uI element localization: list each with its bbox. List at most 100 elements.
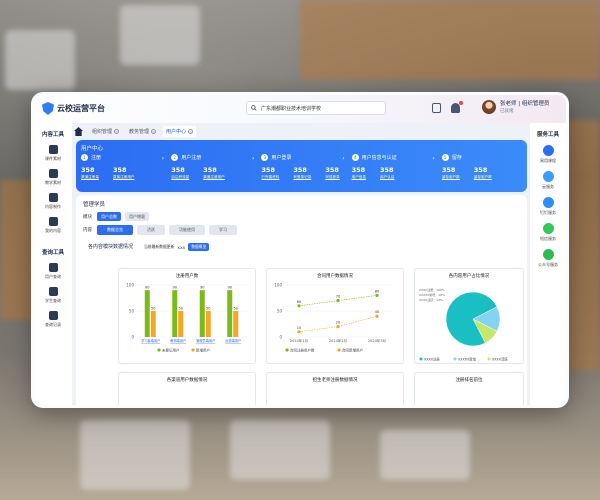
step-number: 5 [441,154,449,161]
home-icon[interactable] [74,127,83,136]
legend-label: XXXX注册 [424,356,440,361]
metric-link: 已完善资料 [261,175,280,179]
close-icon[interactable]: × [114,129,120,134]
bell-icon[interactable] [451,101,463,113]
overview-button[interactable]: 数据概览 [188,243,210,251]
left-sidebar: 内容工具 课件素材 教学素材 内容制作 我的内容 查询工具 用户查询 学生查询 查询记录 [34,123,72,405]
sidebar-item[interactable]: 学生查询 [34,287,72,304]
step-metric[interactable]: 358 渠道注册用户 [203,166,225,180]
bar [178,311,184,337]
x-tick-label: 2024年1月 [290,338,308,343]
update-label: 当前最新数据更新 [144,244,175,249]
service-item[interactable]: 公众号服务 [530,249,566,268]
app-logo[interactable]: 云校运营平台 [42,102,105,115]
sidebar-item[interactable]: 用户查询 [34,263,72,280]
folder-icon [48,217,58,226]
step-metric[interactable]: 358 有登录记录 [293,166,311,180]
filter-option[interactable]: 数据总览 [97,225,133,235]
sidebar-item[interactable]: 我的内容 [34,217,72,234]
step-metric[interactable]: 358 留存用户数 [442,166,460,180]
step-values: 358 留存用户数 358 留存用户率 [442,166,527,180]
legend-label: 新增用户 [196,347,210,352]
metric-value: 358 [441,166,456,174]
step-metric[interactable]: 358 完成登录 [325,166,339,180]
chart-card-pie: 各内容用户占比情况 XXXX注册：100% XXXXX新增：18% XXXX活跃：1… [414,268,524,364]
step-values: 358 渠道注册量 358 直接注册用户 [81,166,166,180]
step-title: 留存 [451,155,462,161]
step-metric[interactable]: 358 用户信息 [352,166,366,180]
x-tick-label: 管理员端用户 [196,338,215,343]
filter-option[interactable]: 活跃 [137,225,165,235]
service-item[interactable]: 钉钉服务 [530,197,566,216]
service-item-label: 公众号服务 [538,262,558,267]
legend-dot [191,348,195,352]
service-item-label: 云服务 [542,184,554,189]
school-search-input[interactable]: 广东潮都职业技术培训学校 [246,101,386,115]
tab[interactable]: 教务管理 × [126,126,159,137]
step-metric[interactable]: 358 直接注册用户 [113,166,135,180]
user-menu[interactable]: 张老师 | 组织管理员 已就绪 [482,100,549,114]
data-label: 90 [145,286,149,290]
sidebar-item[interactable]: 内容制作 [34,193,72,210]
y-tick-label: 50 [277,309,283,314]
legend-label: 未登记用户 [162,347,180,352]
sidebar-item[interactable]: 教学素材 [34,169,72,186]
step-metric[interactable]: 358 自注册流量 [171,166,189,180]
legend-dot [487,357,491,361]
sidebar-item-label: 课件素材 [45,156,61,161]
tab[interactable]: 用户中心 × [163,126,197,137]
step-metric[interactable]: 358 留存用户率 [474,166,492,180]
close-icon[interactable]: × [188,129,194,134]
data-label: 90 [228,286,232,290]
filter-option[interactable]: 功能使用 [169,225,205,235]
metric-value: 358 [112,166,127,174]
service-item-label: 短信服务 [540,236,556,241]
sidebar-item[interactable]: 课件素材 [34,145,72,162]
bar [144,290,150,337]
slice-label: XXXX注册：100% [419,287,445,292]
step-title: 用户信息与认证 [361,155,397,161]
step-metric[interactable]: 358 渠道注册量 [81,166,99,180]
step-number: 1 [81,154,88,161]
step-number: 4 [351,154,359,161]
chart-title: 招生老师注册数据情况 [312,378,358,383]
metric-link: 留存用户率 [473,175,492,179]
filter-option[interactable]: 用户总数 [97,212,121,221]
tab[interactable]: 组织管理 × [89,126,122,137]
legend-label: 合同注册用户数 [290,347,315,352]
sidebar-item[interactable]: 查询记录 [34,311,72,328]
x-tick-label: 2024年2月 [329,338,347,343]
service-item[interactable]: 易用课程 [530,145,566,164]
bar [150,311,156,337]
data-label: 50 [206,307,210,311]
bar [233,311,239,337]
main-content: 用户中心 1 注册 › 358 渠道注册量 358 直接注册用户 2 用户注册 › 358 自注册流量… [76,140,527,405]
document-icon[interactable] [432,103,441,113]
step-metric[interactable]: 358 用户认证 [380,166,394,180]
y-tick-label: 50 [129,309,135,314]
service-item[interactable]: 短信服务 [530,223,566,242]
legend-dot [337,348,341,352]
legend-label: XXXXX新增 [458,356,476,361]
filter-option[interactable]: 学习 [209,225,237,235]
legend-dot [157,348,161,352]
panel-title: 管理学员 [83,202,106,208]
query-tools-title: 查询工具 [41,250,64,256]
metric-value: 358 [473,166,488,174]
data-label: 50 [179,307,183,311]
funnel-step: 1 注册 › 358 渠道注册量 358 直接注册用户 [76,154,166,180]
service-item[interactable]: 云服务 [530,171,566,190]
service-item-label: 易用课程 [540,158,556,163]
data-label: 90 [200,286,204,290]
chart-card-ranking: 注册排名前位 [414,372,524,405]
step-number: 3 [261,154,269,161]
metric-value: 358 [293,166,307,174]
user-icon [48,263,58,272]
step-metric[interactable]: 358 已完善资料 [261,166,279,180]
filter-content-label: 内容 [83,228,92,233]
close-icon[interactable]: × [151,129,157,134]
filter-option[interactable]: 用户增量 [125,212,149,221]
chart-card-teacher: 招生老师注册数据情况 [266,372,404,405]
data-label: 50 [151,307,155,311]
step-header: 4 用户信息与认证 [351,154,437,161]
